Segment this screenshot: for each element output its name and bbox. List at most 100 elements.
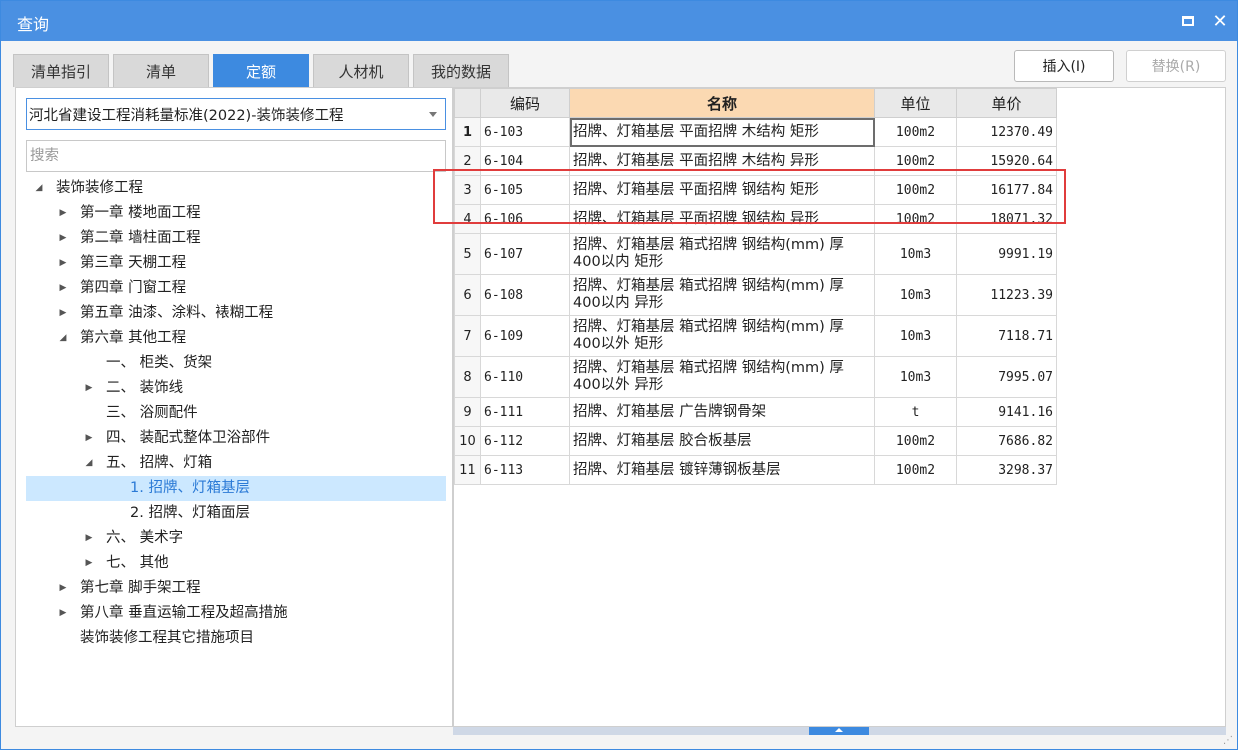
unit-cell[interactable]: 10m3 (874, 233, 957, 275)
tree-node[interactable]: ▶ 二、 装饰线 (26, 376, 446, 401)
table-row[interactable]: 9 6-111 招牌、灯箱基层 广告牌钢骨架 t 9141.16 (454, 397, 1057, 427)
code-cell[interactable]: 6-104 (480, 146, 570, 176)
resize-grip-icon[interactable]: ⋰ (1223, 735, 1235, 747)
column-header-unit[interactable]: 单位 (874, 88, 957, 118)
unit-cell[interactable]: 100m2 (874, 175, 957, 205)
row-index-cell[interactable]: 11 (454, 455, 481, 485)
name-cell[interactable]: 招牌、灯箱基层 平面招牌 钢结构 矩形 (569, 175, 875, 205)
name-cell[interactable]: 招牌、灯箱基层 胶合板基层 (569, 426, 875, 456)
tab-quota[interactable]: 定额 (213, 54, 309, 87)
price-cell[interactable]: 12370.49 (956, 117, 1057, 147)
tree-node[interactable]: ▶ 第一章 楼地面工程 (26, 201, 446, 226)
close-button[interactable]: ✕ (1209, 10, 1231, 32)
row-index-cell[interactable]: 3 (454, 175, 481, 205)
row-index-cell[interactable]: 1 (454, 117, 481, 147)
tree-node[interactable]: 1. 招牌、灯箱基层 (26, 476, 446, 501)
tree-node[interactable]: ◢ 五、 招牌、灯箱 (26, 451, 446, 476)
unit-cell[interactable]: 100m2 (874, 426, 957, 456)
row-index-cell[interactable]: 2 (454, 146, 481, 176)
name-cell[interactable]: 招牌、灯箱基层 箱式招牌 钢结构(mm) 厚400以内 矩形 (569, 233, 875, 275)
tab-bill[interactable]: 清单 (113, 54, 209, 87)
row-index-cell[interactable]: 8 (454, 356, 481, 398)
table-row[interactable]: 1 6-103 招牌、灯箱基层 平面招牌 木结构 矩形 100m2 12370.49 (454, 117, 1057, 147)
library-select[interactable]: 河北省建设工程消耗量标准(2022)-装饰装修工程 (26, 98, 446, 130)
code-cell[interactable]: 6-106 (480, 204, 570, 234)
collapsed-arrow-icon[interactable]: ▶ (82, 551, 96, 576)
collapsed-arrow-icon[interactable]: ▶ (56, 251, 70, 276)
price-cell[interactable]: 3298.37 (956, 455, 1057, 485)
collapsed-arrow-icon[interactable]: ▶ (56, 601, 70, 626)
expanded-arrow-icon[interactable]: ◢ (56, 326, 70, 351)
table-row[interactable]: 11 6-113 招牌、灯箱基层 镀锌薄钢板基层 100m2 3298.37 (454, 455, 1057, 485)
table-row[interactable]: 10 6-112 招牌、灯箱基层 胶合板基层 100m2 7686.82 (454, 426, 1057, 456)
name-cell[interactable]: 招牌、灯箱基层 箱式招牌 钢结构(mm) 厚400以外 矩形 (569, 315, 875, 357)
row-index-cell[interactable]: 4 (454, 204, 481, 234)
unit-cell[interactable]: 100m2 (874, 146, 957, 176)
row-index-cell[interactable]: 10 (454, 426, 481, 456)
price-cell[interactable]: 7995.07 (956, 356, 1057, 398)
price-cell[interactable]: 11223.39 (956, 274, 1057, 316)
table-row[interactable]: 2 6-104 招牌、灯箱基层 平面招牌 木结构 异形 100m2 15920.64 (454, 146, 1057, 176)
name-cell[interactable]: 招牌、灯箱基层 平面招牌 钢结构 异形 (569, 204, 875, 234)
tree-node[interactable]: ▶ 第八章 垂直运输工程及超高措施 (26, 601, 446, 626)
expanded-arrow-icon[interactable]: ◢ (82, 451, 96, 476)
collapsed-arrow-icon[interactable]: ▶ (82, 426, 96, 451)
table-row[interactable]: 8 6-110 招牌、灯箱基层 箱式招牌 钢结构(mm) 厚400以外 异形 10m3… (454, 356, 1057, 398)
name-cell[interactable]: 招牌、灯箱基层 平面招牌 木结构 矩形 (569, 117, 875, 147)
price-cell[interactable]: 16177.84 (956, 175, 1057, 205)
code-cell[interactable]: 6-108 (480, 274, 570, 316)
collapsed-arrow-icon[interactable]: ▶ (56, 576, 70, 601)
tab-labor-material-machine[interactable]: 人材机 (313, 54, 409, 87)
unit-cell[interactable]: 100m2 (874, 204, 957, 234)
price-cell[interactable]: 9991.19 (956, 233, 1057, 275)
tree-node[interactable]: ▶ 四、 装配式整体卫浴部件 (26, 426, 446, 451)
column-header-code[interactable]: 编码 (480, 88, 570, 118)
name-cell[interactable]: 招牌、灯箱基层 箱式招牌 钢结构(mm) 厚400以内 异形 (569, 274, 875, 316)
insert-button[interactable]: 插入(I) (1014, 50, 1114, 82)
unit-cell[interactable]: 100m2 (874, 117, 957, 147)
code-cell[interactable]: 6-109 (480, 315, 570, 357)
code-cell[interactable]: 6-112 (480, 426, 570, 456)
price-cell[interactable]: 18071.32 (956, 204, 1057, 234)
unit-cell[interactable]: 10m3 (874, 315, 957, 357)
replace-button[interactable]: 替换(R) (1126, 50, 1226, 82)
tree-node[interactable]: 一、 柜类、货架 (26, 351, 446, 376)
code-cell[interactable]: 6-105 (480, 175, 570, 205)
tree-node[interactable]: ▶ 第二章 墙柱面工程 (26, 226, 446, 251)
name-cell[interactable]: 招牌、灯箱基层 广告牌钢骨架 (569, 397, 875, 427)
unit-cell[interactable]: 10m3 (874, 274, 957, 316)
tab-my-data[interactable]: 我的数据 (413, 54, 509, 87)
panel-collapse-handle[interactable] (809, 727, 869, 735)
expanded-arrow-icon[interactable]: ◢ (32, 176, 46, 201)
collapsed-arrow-icon[interactable]: ▶ (82, 376, 96, 401)
tree-node[interactable]: 三、 浴厕配件 (26, 401, 446, 426)
tree-node[interactable]: ▶ 第五章 油漆、涂料、裱糊工程 (26, 301, 446, 326)
unit-cell[interactable]: 10m3 (874, 356, 957, 398)
code-cell[interactable]: 6-111 (480, 397, 570, 427)
code-cell[interactable]: 6-113 (480, 455, 570, 485)
price-cell[interactable]: 9141.16 (956, 397, 1057, 427)
name-cell[interactable]: 招牌、灯箱基层 平面招牌 木结构 异形 (569, 146, 875, 176)
collapsed-arrow-icon[interactable]: ▶ (56, 201, 70, 226)
tree-node[interactable]: 装饰装修工程其它措施项目 (26, 626, 446, 651)
collapsed-arrow-icon[interactable]: ▶ (56, 276, 70, 301)
collapsed-arrow-icon[interactable]: ▶ (56, 226, 70, 251)
tree-node[interactable]: ◢ 第六章 其他工程 (26, 326, 446, 351)
row-index-cell[interactable]: 6 (454, 274, 481, 316)
collapsed-arrow-icon[interactable]: ▶ (56, 301, 70, 326)
unit-cell[interactable]: t (874, 397, 957, 427)
price-cell[interactable]: 7686.82 (956, 426, 1057, 456)
search-input[interactable] (26, 140, 446, 172)
price-cell[interactable]: 15920.64 (956, 146, 1057, 176)
tree-node[interactable]: 2. 招牌、灯箱面层 (26, 501, 446, 526)
tab-bill-guide[interactable]: 清单指引 (13, 54, 109, 87)
code-cell[interactable]: 6-103 (480, 117, 570, 147)
tree-node[interactable]: ▶ 七、 其他 (26, 551, 446, 576)
tree-node[interactable]: ▶ 第四章 门窗工程 (26, 276, 446, 301)
tree-node[interactable]: ▶ 第三章 天棚工程 (26, 251, 446, 276)
row-index-cell[interactable]: 9 (454, 397, 481, 427)
table-row[interactable]: 5 6-107 招牌、灯箱基层 箱式招牌 钢结构(mm) 厚400以内 矩形 10m3… (454, 233, 1057, 275)
name-cell[interactable]: 招牌、灯箱基层 箱式招牌 钢结构(mm) 厚400以外 异形 (569, 356, 875, 398)
table-row[interactable]: 7 6-109 招牌、灯箱基层 箱式招牌 钢结构(mm) 厚400以外 矩形 10m3… (454, 315, 1057, 357)
price-cell[interactable]: 7118.71 (956, 315, 1057, 357)
